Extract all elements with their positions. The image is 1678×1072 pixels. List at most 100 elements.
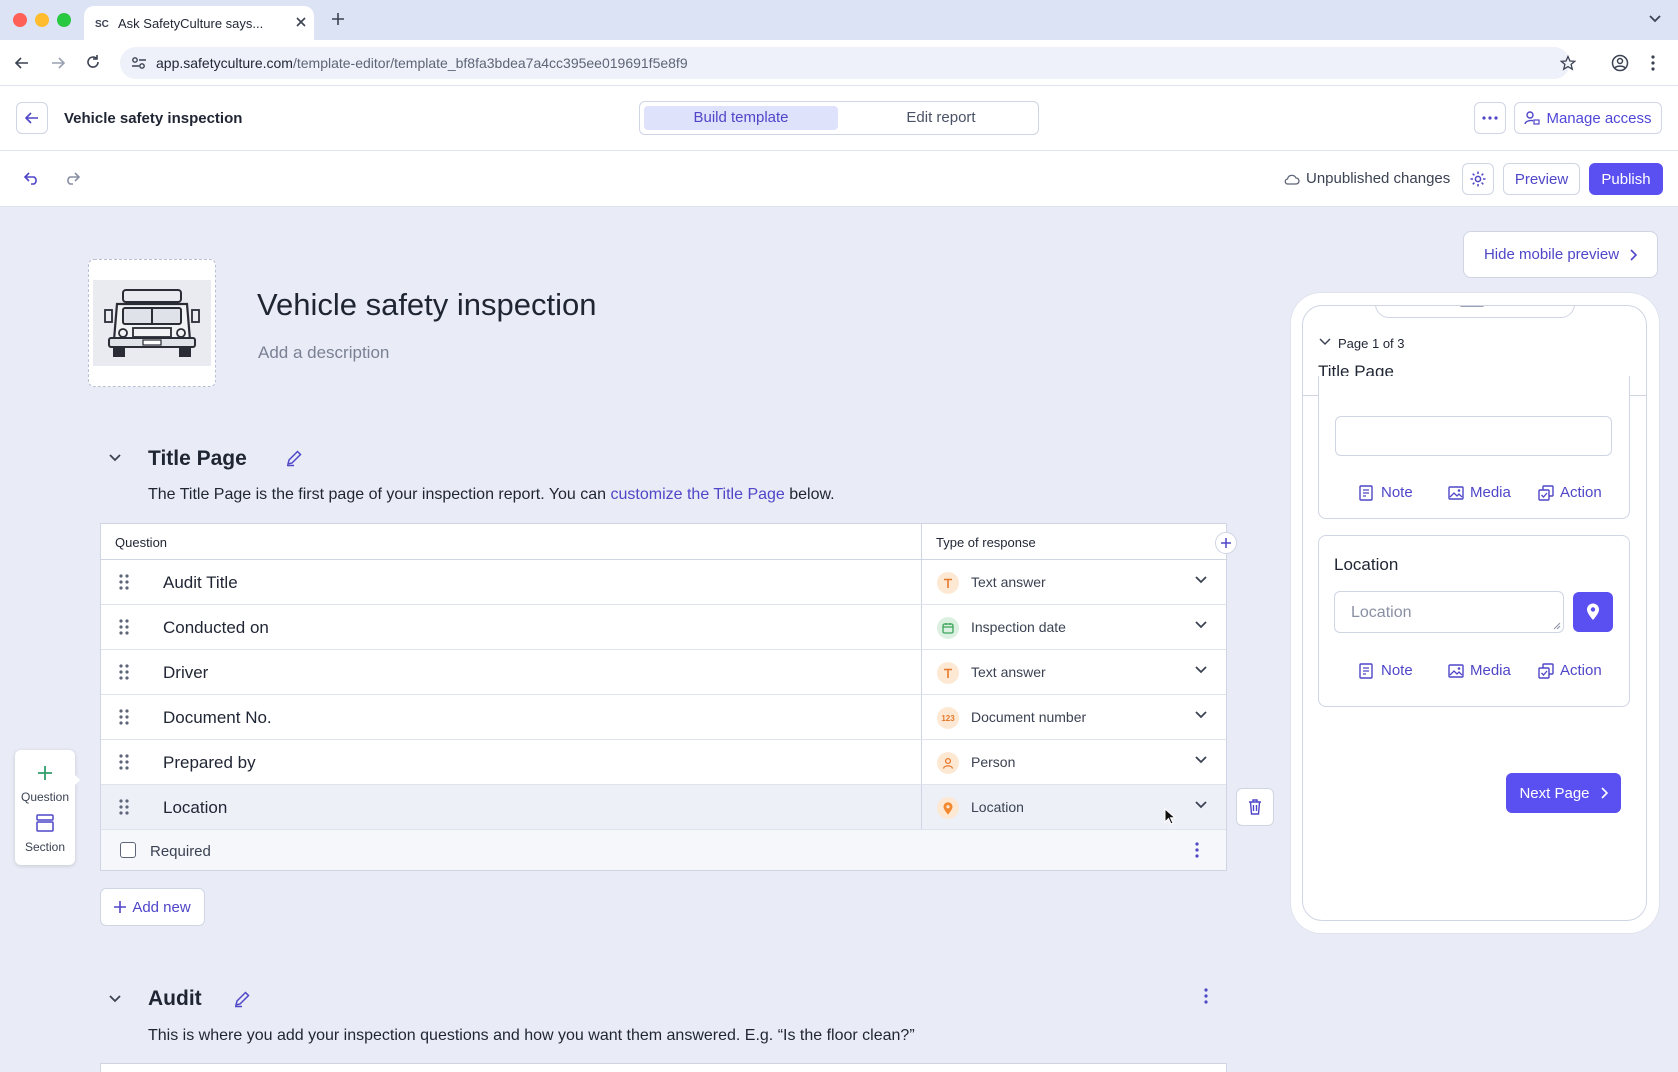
chevron-down-icon[interactable] (1194, 665, 1208, 675)
location-input[interactable]: Location (1334, 591, 1564, 633)
template-description-input[interactable]: Add a description (258, 343, 389, 363)
edit-pencil-icon[interactable] (285, 449, 303, 467)
forward-arrow-icon[interactable] (50, 55, 66, 71)
chevron-down-icon[interactable] (1319, 338, 1331, 346)
location-placeholder: Location (1351, 604, 1412, 621)
table-row-selected[interactable]: Location Location (101, 785, 1226, 830)
delete-question-button[interactable] (1236, 788, 1274, 826)
question-label[interactable]: Conducted on (163, 618, 269, 638)
undo-icon[interactable] (24, 171, 40, 185)
panel-pointer (73, 773, 80, 787)
drag-handle-icon[interactable] (119, 709, 129, 725)
profile-icon[interactable] (1611, 54, 1629, 72)
tab-build-template[interactable]: Build template (644, 106, 838, 130)
site-settings-icon[interactable] (131, 56, 147, 70)
customize-title-page-link[interactable]: customize the Title Page (611, 486, 785, 503)
template-logo[interactable] (88, 259, 216, 387)
section-menu-icon[interactable] (1204, 988, 1208, 1004)
chevron-down-icon[interactable] (1194, 710, 1208, 720)
truck-image (93, 280, 211, 366)
action-button[interactable]: Action (1538, 662, 1602, 679)
url-input[interactable]: app.safetyculture.com/template-editor/te… (120, 47, 1576, 79)
preview-text-input[interactable] (1335, 416, 1612, 456)
response-type-select[interactable]: Person (921, 740, 1226, 784)
response-type-select[interactable]: Text answer (921, 560, 1226, 604)
chevron-right-icon (1600, 787, 1608, 799)
question-label[interactable]: Document No. (163, 708, 272, 728)
add-new-button[interactable]: Add new (100, 888, 205, 926)
window-maximize-button[interactable] (57, 13, 71, 27)
window-close-button[interactable] (13, 13, 27, 27)
window-minimize-button[interactable] (35, 13, 49, 27)
drag-handle-icon[interactable] (119, 754, 129, 770)
collapse-chevron-icon[interactable] (108, 453, 122, 463)
table-row[interactable]: Document No. 123 Document number (101, 695, 1226, 740)
save-status: Unpublished changes (1284, 170, 1450, 187)
note-button[interactable]: Note (1359, 484, 1413, 501)
table-row[interactable]: Audit Title Text answer (101, 560, 1226, 605)
title-page-description: The Title Page is the first page of your… (148, 486, 835, 504)
response-type-select[interactable]: Location (921, 785, 1226, 829)
next-page-button[interactable]: Next Page (1506, 773, 1621, 813)
question-label[interactable]: Audit Title (163, 573, 238, 593)
drag-handle-icon[interactable] (119, 619, 129, 635)
question-label[interactable]: Location (163, 798, 227, 818)
template-title[interactable]: Vehicle safety inspection (257, 287, 597, 323)
chevron-down-icon[interactable] (1194, 620, 1208, 630)
media-button[interactable]: Media (1448, 484, 1511, 501)
new-tab-icon[interactable] (331, 12, 345, 26)
response-type-select[interactable]: 123 Document number (921, 695, 1226, 739)
browser-tab[interactable]: SC Ask SafetyCulture says... (84, 6, 314, 40)
collapse-chevron-icon[interactable] (108, 994, 122, 1004)
response-type-select[interactable]: Inspection date (921, 605, 1226, 649)
hide-mobile-preview-button[interactable]: Hide mobile preview (1463, 231, 1658, 278)
calendar-icon (937, 617, 959, 639)
manage-access-button[interactable]: Manage access (1514, 102, 1662, 134)
tab-edit-report[interactable]: Edit report (846, 106, 1036, 130)
location-pin-icon (1587, 603, 1599, 620)
hide-preview-label: Hide mobile preview (1483, 246, 1620, 263)
table-row[interactable]: Conducted on Inspection date (101, 605, 1226, 650)
action-icon (1538, 662, 1554, 679)
app-header: Vehicle safety inspection Build template… (0, 86, 1678, 151)
note-button[interactable]: Note (1359, 662, 1413, 679)
required-checkbox[interactable] (120, 842, 136, 858)
settings-button[interactable] (1462, 163, 1494, 195)
action-button[interactable]: Action (1538, 484, 1602, 501)
page-indicator: Page 1 of 3 (1338, 336, 1405, 351)
note-icon (1359, 484, 1373, 501)
drag-handle-icon[interactable] (119, 664, 129, 680)
drag-handle-icon[interactable] (119, 799, 129, 815)
add-section-button[interactable]: Section (15, 814, 75, 859)
arrow-left-icon (25, 112, 38, 124)
bookmark-star-icon[interactable] (1560, 55, 1576, 71)
table-row[interactable]: Prepared by Person (101, 740, 1226, 785)
media-button[interactable]: Media (1448, 662, 1511, 679)
redo-icon[interactable] (64, 171, 80, 185)
table-header: Question Type of response (101, 524, 1226, 560)
browser-menu-icon[interactable] (1651, 55, 1655, 71)
tab-close-icon[interactable] (295, 16, 307, 28)
edit-pencil-icon[interactable] (233, 990, 251, 1008)
reload-icon[interactable] (85, 54, 101, 70)
publish-button[interactable]: Publish (1589, 163, 1663, 195)
response-type-select[interactable]: Text answer (921, 650, 1226, 694)
more-options-button[interactable] (1474, 102, 1506, 134)
tab-list-chevron-icon[interactable] (1648, 14, 1662, 24)
row-menu-icon[interactable] (1195, 842, 1199, 858)
chevron-down-icon[interactable] (1194, 575, 1208, 585)
chevron-down-icon[interactable] (1194, 755, 1208, 765)
get-location-button[interactable] (1573, 592, 1613, 632)
preview-button[interactable]: Preview (1503, 163, 1580, 195)
question-label[interactable]: Driver (163, 663, 208, 683)
mouse-cursor-icon (1164, 808, 1176, 826)
back-arrow-icon[interactable] (14, 55, 30, 71)
question-label[interactable]: Prepared by (163, 753, 256, 773)
image-icon (1448, 663, 1464, 678)
add-question-button[interactable]: Question (15, 762, 75, 807)
back-button[interactable] (16, 102, 48, 134)
table-row[interactable]: Driver Text answer (101, 650, 1226, 695)
add-column-button[interactable] (1215, 532, 1237, 554)
drag-handle-icon[interactable] (119, 574, 129, 590)
chevron-down-icon[interactable] (1194, 800, 1208, 810)
